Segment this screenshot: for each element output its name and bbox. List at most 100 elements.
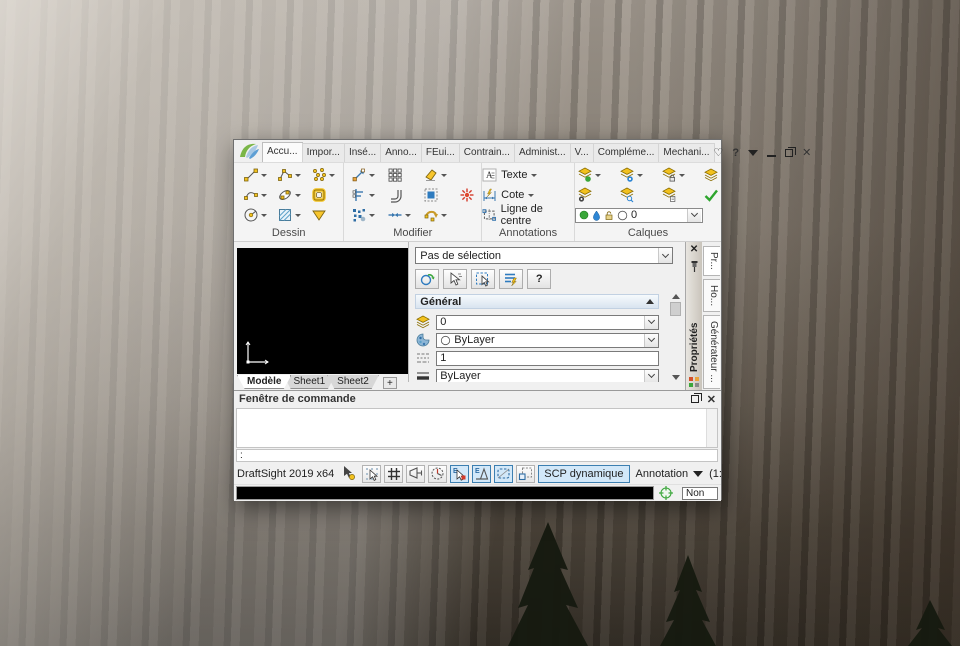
tab-vue[interactable]: V...	[569, 143, 594, 162]
minimize-icon[interactable]	[767, 155, 777, 157]
layer-states-tool[interactable]	[659, 186, 679, 204]
points-tool[interactable]	[309, 166, 337, 184]
linetype-scale-input[interactable]: 1	[436, 350, 660, 366]
scale-label[interactable]: (1:1	[709, 468, 721, 480]
side-tab-home[interactable]: Ho...	[703, 278, 720, 312]
ellipse-tool[interactable]	[275, 186, 303, 204]
quick-select-button[interactable]	[499, 269, 524, 289]
tab-administration[interactable]: Administ...	[513, 143, 571, 162]
ucs-box-button[interactable]	[516, 464, 536, 483]
selection-frame-button[interactable]	[494, 464, 514, 483]
hatch-tool[interactable]	[275, 206, 303, 224]
scp-dynamique-toggle[interactable]: SCP dynamique	[538, 464, 630, 483]
ortho-button[interactable]	[406, 464, 426, 483]
selection-dropdown[interactable]: Pas de sélection	[415, 247, 674, 264]
pattern-tool[interactable]	[385, 166, 405, 184]
select-window-button[interactable]	[471, 269, 496, 289]
move-tool[interactable]	[349, 166, 377, 184]
favorites-heart-icon[interactable]: ♡	[714, 148, 724, 159]
drawing-canvas[interactable]	[237, 248, 408, 374]
select-cursor-button[interactable]	[443, 269, 468, 289]
chevron-down-icon[interactable]	[440, 213, 447, 217]
pointer-guides-field[interactable]: Non	[682, 486, 718, 500]
command-close-icon[interactable]: ✕	[707, 393, 716, 406]
chevron-down-icon[interactable]	[368, 193, 375, 197]
chevron-down-icon[interactable]	[260, 193, 267, 197]
pointer-grid-button[interactable]	[362, 464, 382, 483]
chevron-down-icon[interactable]	[595, 173, 601, 177]
command-restore-icon[interactable]	[690, 393, 702, 403]
section-header-general[interactable]: Général	[415, 294, 660, 309]
chevron-down-icon[interactable]	[679, 173, 685, 177]
pin-icon[interactable]	[689, 260, 700, 273]
chevron-down-icon[interactable]	[531, 173, 538, 177]
layer-apply-tool[interactable]	[701, 186, 721, 204]
chevron-down-icon[interactable]	[368, 213, 375, 217]
properties-scrollbar[interactable]	[669, 294, 682, 380]
command-scrollbar[interactable]	[706, 409, 717, 447]
chevron-down-icon[interactable]	[687, 208, 701, 222]
sheet-tab-sheet2[interactable]: Sheet2	[327, 375, 379, 389]
scroll-thumb[interactable]	[670, 302, 682, 316]
layer-manager-tool[interactable]	[575, 186, 595, 204]
cone-tool[interactable]	[309, 206, 329, 224]
text-tool[interactable]: A Texte	[482, 165, 538, 185]
properties-help-button[interactable]: ?	[527, 269, 552, 289]
etrack-button[interactable]: E	[472, 464, 492, 483]
layer-stack-tool[interactable]	[701, 166, 721, 184]
tab-complements[interactable]: Compléme...	[592, 143, 660, 162]
polyline-tool[interactable]	[275, 166, 303, 184]
sheet-tab-sheet1[interactable]: Sheet1	[283, 375, 336, 389]
snap-settings-button[interactable]	[341, 465, 359, 483]
highlight-region-tool[interactable]	[421, 186, 441, 204]
lineweight-select[interactable]: ByLayer	[436, 368, 660, 382]
erase-tool[interactable]	[421, 166, 449, 184]
chevron-down-icon[interactable]	[260, 173, 267, 177]
layer-select[interactable]: 0	[436, 314, 660, 330]
layer-lock-tool[interactable]	[659, 166, 687, 184]
palette-close-icon[interactable]: ✕	[690, 245, 698, 255]
chevron-down-icon[interactable]	[658, 248, 673, 263]
line-tool[interactable]	[241, 166, 269, 184]
chevron-down-icon[interactable]	[644, 333, 659, 347]
scroll-up-icon[interactable]	[671, 294, 680, 299]
chevron-down-icon[interactable]	[294, 193, 301, 197]
side-tab-generateur[interactable]: Générateur ...	[703, 314, 720, 389]
select-entities-button[interactable]	[415, 269, 440, 289]
stretch-tool[interactable]	[349, 186, 377, 204]
tab-contraintes[interactable]: Contrain...	[458, 143, 515, 162]
esnap-button[interactable]: E	[450, 464, 470, 483]
layer-preview-tool[interactable]	[617, 186, 637, 204]
tab-feuille[interactable]: FEui...	[420, 143, 460, 162]
explode-tool[interactable]	[349, 206, 377, 224]
restore-icon[interactable]	[785, 147, 797, 157]
sheet-tab-modele[interactable]: Modèle	[237, 375, 292, 389]
chevron-down-icon[interactable]	[404, 213, 411, 217]
command-history[interactable]	[236, 408, 718, 448]
polar-button[interactable]	[428, 464, 448, 483]
help-icon[interactable]: ?	[732, 148, 739, 159]
annotation-dropdown[interactable]: Annotation	[633, 466, 707, 482]
collapse-arrow-icon[interactable]	[646, 299, 655, 304]
close-icon[interactable]: ✕	[802, 148, 811, 159]
dimension-tool[interactable]: Cote	[482, 185, 535, 205]
chevron-down-icon[interactable]	[328, 173, 335, 177]
chevron-down-icon[interactable]	[528, 193, 535, 197]
circle-tool[interactable]	[241, 206, 269, 224]
edit-handle-tool[interactable]	[421, 206, 449, 224]
chevron-down-icon[interactable]	[440, 173, 447, 177]
tab-mechanical[interactable]: Mechani...	[658, 143, 715, 162]
target-icon[interactable]	[658, 485, 674, 501]
chevron-down-icon[interactable]	[644, 315, 659, 329]
tab-accueil[interactable]: Accu...	[262, 142, 303, 162]
command-input[interactable]: :	[236, 449, 718, 462]
side-tab-proprietes[interactable]: Pr...	[703, 246, 720, 276]
arc-tool[interactable]	[241, 186, 269, 204]
power-trim-tool[interactable]	[457, 186, 477, 204]
tab-inserer[interactable]: Insé...	[343, 143, 382, 162]
grid-button[interactable]	[384, 464, 404, 483]
color-select[interactable]: ByLayer	[436, 332, 660, 348]
add-sheet-button[interactable]: +	[382, 377, 397, 389]
tab-importer[interactable]: Impor...	[301, 143, 345, 162]
join-tool[interactable]	[385, 206, 413, 224]
